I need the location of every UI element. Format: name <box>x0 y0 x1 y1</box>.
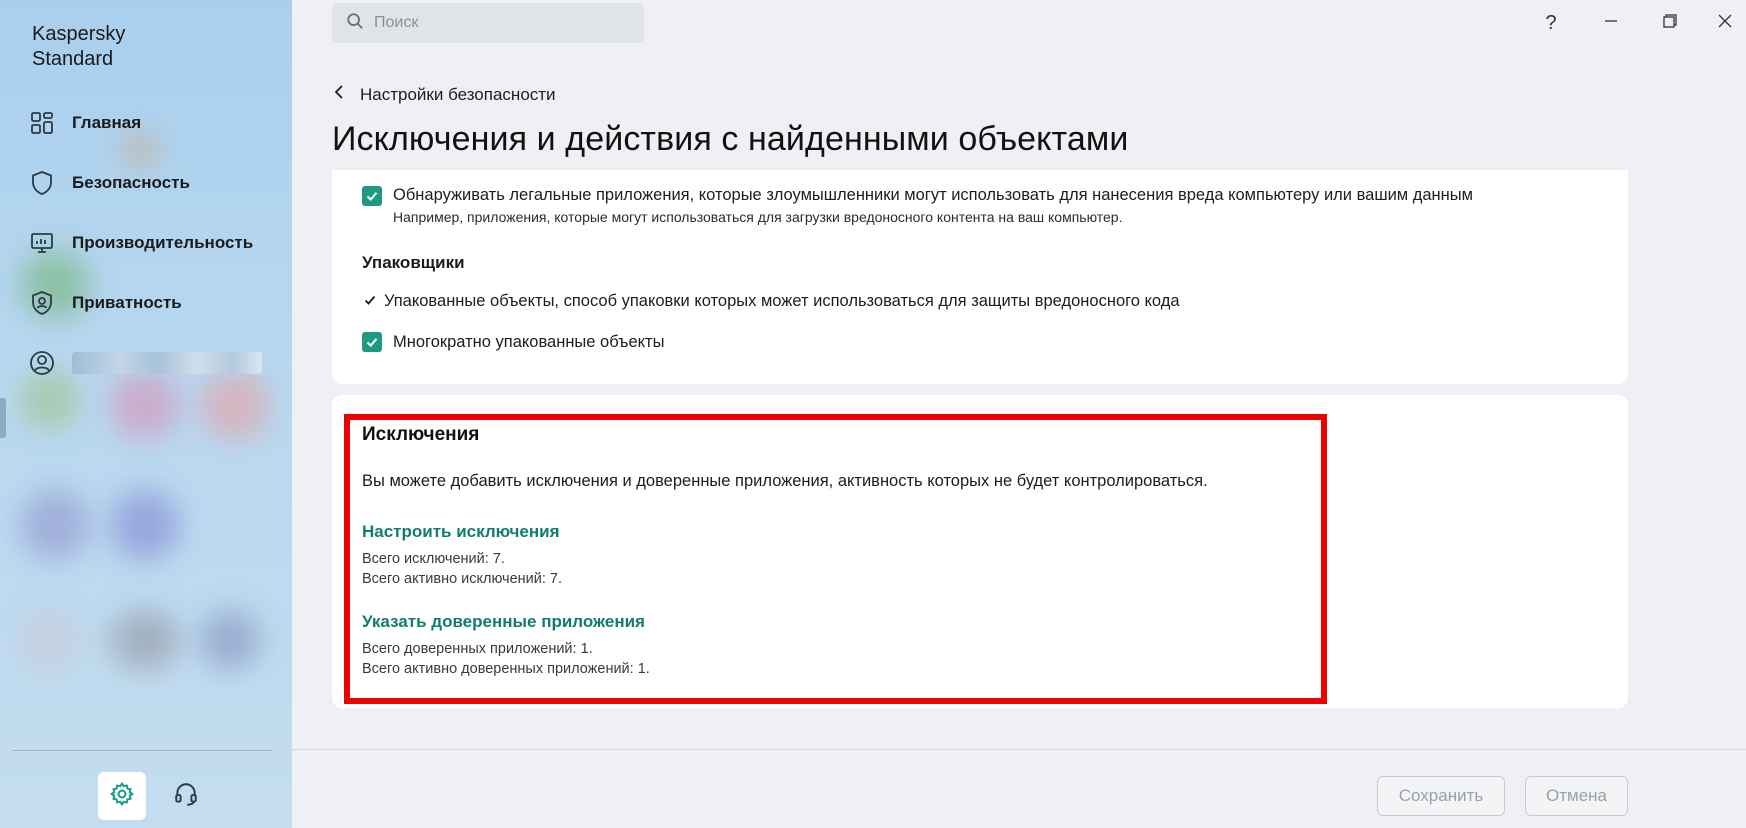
exclusions-title: Исключения <box>362 424 480 445</box>
sidebar-item-security[interactable]: Безопасность <box>28 163 190 203</box>
close-icon <box>1718 14 1732 33</box>
help-button[interactable]: ? <box>1536 10 1566 36</box>
save-button[interactable]: Сохранить <box>1377 776 1505 816</box>
sidebar-item-label: Приватность <box>72 293 182 312</box>
shield-icon <box>28 169 56 197</box>
app-title: Kaspersky Standard <box>32 23 126 70</box>
sidebar-divider <box>12 750 272 751</box>
search-icon <box>346 12 364 35</box>
multi-packed-label: Многократно упакованные объекты <box>393 332 665 351</box>
legal-apps-checkbox[interactable] <box>362 186 382 206</box>
sidebar-item-home[interactable]: Главная <box>28 103 141 143</box>
packers-heading: Упаковщики <box>362 253 465 272</box>
restore-button[interactable] <box>1655 10 1685 36</box>
multi-packed-checkbox[interactable] <box>362 332 382 352</box>
sidebar-item-label: Безопасность <box>72 173 190 192</box>
account-name-blurred <box>72 352 262 374</box>
sidebar-item-privacy[interactable]: Приватность <box>28 283 182 323</box>
close-button[interactable] <box>1710 10 1740 36</box>
packed-objects-label: Упакованные объекты, способ упаковки кот… <box>384 292 1180 310</box>
settings-button[interactable] <box>98 772 146 820</box>
trusted-apps-link[interactable]: Указать доверенные приложения <box>362 612 645 632</box>
monitor-icon <box>28 229 56 257</box>
legal-apps-label: Обнаруживать легальные приложения, котор… <box>393 186 1473 204</box>
page-title: Исключения и действия с найденными объек… <box>332 120 1129 158</box>
support-button[interactable] <box>162 772 210 820</box>
help-icon: ? <box>1545 11 1557 34</box>
scroll-indicator <box>0 398 6 438</box>
exclusions-description: Вы можете добавить исключения и доверенн… <box>362 472 1208 490</box>
search-input[interactable]: Поиск <box>332 3 644 43</box>
total-exclusions: Всего исключений: 7. <box>362 551 505 567</box>
multi-packed-row: Многократно упакованные объекты <box>362 332 664 352</box>
active-trusted-apps: Всего активно доверенных приложений: 1. <box>362 661 650 677</box>
legal-apps-note: Например, приложения, которые могут испо… <box>393 209 1123 225</box>
cancel-button[interactable]: Отмена <box>1525 776 1628 816</box>
sidebar-item-label: Главная <box>72 113 142 132</box>
sidebar: Kaspersky Standard Главная Безопасность … <box>0 0 292 828</box>
main-panel: Поиск ? Настройки безопасности Исключени… <box>292 0 1746 828</box>
search-placeholder: Поиск <box>374 14 419 31</box>
checkmark-icon <box>364 293 376 311</box>
privacy-shield-icon <box>28 289 56 317</box>
sidebar-item-performance[interactable]: Производительность <box>28 223 253 263</box>
packed-objects-row: Упакованные объекты, способ упаковки кот… <box>364 292 1180 311</box>
sidebar-item-label: Производительность <box>72 233 254 252</box>
minimize-button[interactable] <box>1596 10 1626 36</box>
restore-icon <box>1663 13 1677 33</box>
chevron-left-icon <box>334 84 344 105</box>
gear-icon <box>109 781 135 812</box>
breadcrumb[interactable]: Настройки безопасности <box>334 84 556 105</box>
footer-divider <box>292 749 1746 750</box>
active-exclusions: Всего активно исключений: 7. <box>362 571 563 587</box>
minimize-icon <box>1604 14 1618 33</box>
sidebar-item-account[interactable] <box>28 343 262 383</box>
grid-icon <box>28 109 56 137</box>
configure-exclusions-link[interactable]: Настроить исключения <box>362 522 559 542</box>
total-trusted-apps: Всего доверенных приложений: 1. <box>362 641 593 657</box>
legal-apps-row: Обнаруживать легальные приложения, котор… <box>362 186 1473 225</box>
headset-icon <box>173 781 199 812</box>
user-circle-icon <box>28 349 56 377</box>
breadcrumb-label: Настройки безопасности <box>360 84 556 104</box>
